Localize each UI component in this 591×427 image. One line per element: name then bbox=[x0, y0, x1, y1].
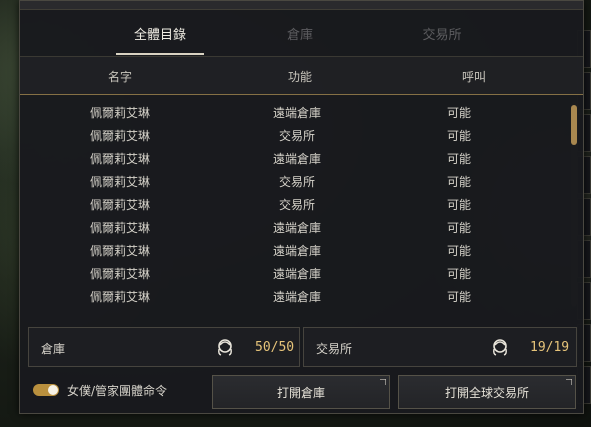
tab-bar: 全體目錄 倉庫 交易所 bbox=[20, 11, 583, 55]
maid-function: 交易所 bbox=[278, 175, 316, 189]
maid-call-status: 可能 bbox=[446, 267, 472, 281]
open-warehouse-button[interactable]: 打開倉庫 bbox=[212, 375, 390, 409]
list-item[interactable]: 佩爾莉艾琳 交易所 可能 bbox=[20, 123, 569, 146]
list-item[interactable]: 佩爾莉艾琳 交易所 可能 bbox=[20, 169, 569, 192]
group-command-toggle[interactable] bbox=[33, 384, 59, 396]
column-header: 名字 功能 呼叫 bbox=[20, 56, 583, 95]
list-item[interactable]: 佩爾莉艾琳 遠端倉庫 可能 bbox=[20, 261, 569, 284]
maid-call-status: 可能 bbox=[446, 290, 472, 304]
tab-warehouse[interactable]: 倉庫 bbox=[240, 11, 360, 55]
list-item[interactable]: 佩爾莉艾琳 交易所 可能 bbox=[20, 192, 569, 215]
maid-call-status: 可能 bbox=[446, 244, 472, 258]
maid-function: 遠端倉庫 bbox=[272, 290, 322, 304]
maid-function: 遠端倉庫 bbox=[272, 267, 322, 281]
maid-list-window: 全體目錄 倉庫 交易所 名字 功能 呼叫 佩爾莉艾琳 遠端倉庫 可能 佩爾莉艾琳… bbox=[19, 0, 584, 414]
list-item[interactable]: 佩爾莉艾琳 遠端倉庫 可能 bbox=[20, 215, 569, 238]
maid-function: 遠端倉庫 bbox=[272, 152, 322, 166]
open-global-market-label: 打開全球交易所 bbox=[444, 385, 529, 400]
column-call[interactable]: 呼叫 bbox=[462, 68, 486, 85]
list-item[interactable]: 佩爾莉艾琳 遠端倉庫 可能 bbox=[20, 284, 569, 307]
group-command-label: 女僕/管家團體命令 bbox=[67, 383, 168, 398]
scrollbar-thumb[interactable] bbox=[571, 105, 577, 145]
maid-name: 佩爾莉艾琳 bbox=[89, 221, 151, 235]
tab-market[interactable]: 交易所 bbox=[382, 11, 502, 55]
list-item[interactable]: 佩爾莉艾琳 遠端倉庫 可能 bbox=[20, 146, 569, 169]
maid-name: 佩爾莉艾琳 bbox=[89, 152, 151, 166]
toggle-knob bbox=[48, 385, 58, 395]
maid-name: 佩爾莉艾琳 bbox=[89, 267, 151, 281]
group-command-toggle-row[interactable]: 女僕/管家團體命令 bbox=[33, 378, 167, 402]
expand-corner-icon bbox=[566, 379, 572, 385]
maid-function: 交易所 bbox=[278, 198, 316, 212]
open-global-market-button[interactable]: 打開全球交易所 bbox=[398, 375, 576, 409]
expand-corner-icon bbox=[380, 379, 386, 385]
list-scrollbar[interactable] bbox=[571, 101, 577, 307]
maid-call-status: 可能 bbox=[446, 198, 472, 212]
column-function[interactable]: 功能 bbox=[288, 68, 312, 85]
maid-name: 佩爾莉艾琳 bbox=[89, 106, 151, 120]
warehouse-count-box: 倉庫 50/50 bbox=[28, 327, 300, 367]
maid-call-status: 可能 bbox=[446, 106, 472, 120]
maid-name: 佩爾莉艾琳 bbox=[89, 175, 151, 189]
maid-name: 佩爾莉艾琳 bbox=[89, 290, 151, 304]
maid-function: 交易所 bbox=[278, 129, 316, 143]
warehouse-count: 50/50 bbox=[255, 340, 295, 355]
warehouse-label: 倉庫 bbox=[41, 342, 66, 356]
maid-call-status: 可能 bbox=[446, 221, 472, 235]
open-warehouse-label: 打開倉庫 bbox=[276, 385, 325, 400]
maid-function: 遠端倉庫 bbox=[272, 106, 322, 120]
maid-name: 佩爾莉艾琳 bbox=[89, 244, 151, 258]
maid-function: 遠端倉庫 bbox=[272, 221, 322, 235]
maid-call-status: 可能 bbox=[446, 129, 472, 143]
maid-name: 佩爾莉艾琳 bbox=[89, 129, 151, 143]
maid-call-status: 可能 bbox=[446, 152, 472, 166]
maid-icon bbox=[490, 337, 510, 357]
maid-function: 遠端倉庫 bbox=[272, 244, 322, 258]
maid-call-status: 可能 bbox=[446, 175, 472, 189]
market-count-box: 交易所 19/19 bbox=[303, 327, 577, 367]
list-item[interactable]: 佩爾莉艾琳 遠端倉庫 可能 bbox=[20, 238, 569, 261]
market-count: 19/19 bbox=[530, 340, 570, 355]
window-title-bar[interactable] bbox=[20, 1, 583, 10]
market-label: 交易所 bbox=[316, 342, 353, 356]
tab-all-list[interactable]: 全體目錄 bbox=[100, 11, 220, 55]
column-name[interactable]: 名字 bbox=[108, 68, 132, 85]
maid-name: 佩爾莉艾琳 bbox=[89, 198, 151, 212]
maid-icon bbox=[215, 337, 235, 357]
maid-list: 佩爾莉艾琳 遠端倉庫 可能 佩爾莉艾琳 交易所 可能 佩爾莉艾琳 遠端倉庫 可能… bbox=[20, 94, 583, 310]
list-item[interactable]: 佩爾莉艾琳 遠端倉庫 可能 bbox=[20, 100, 569, 123]
